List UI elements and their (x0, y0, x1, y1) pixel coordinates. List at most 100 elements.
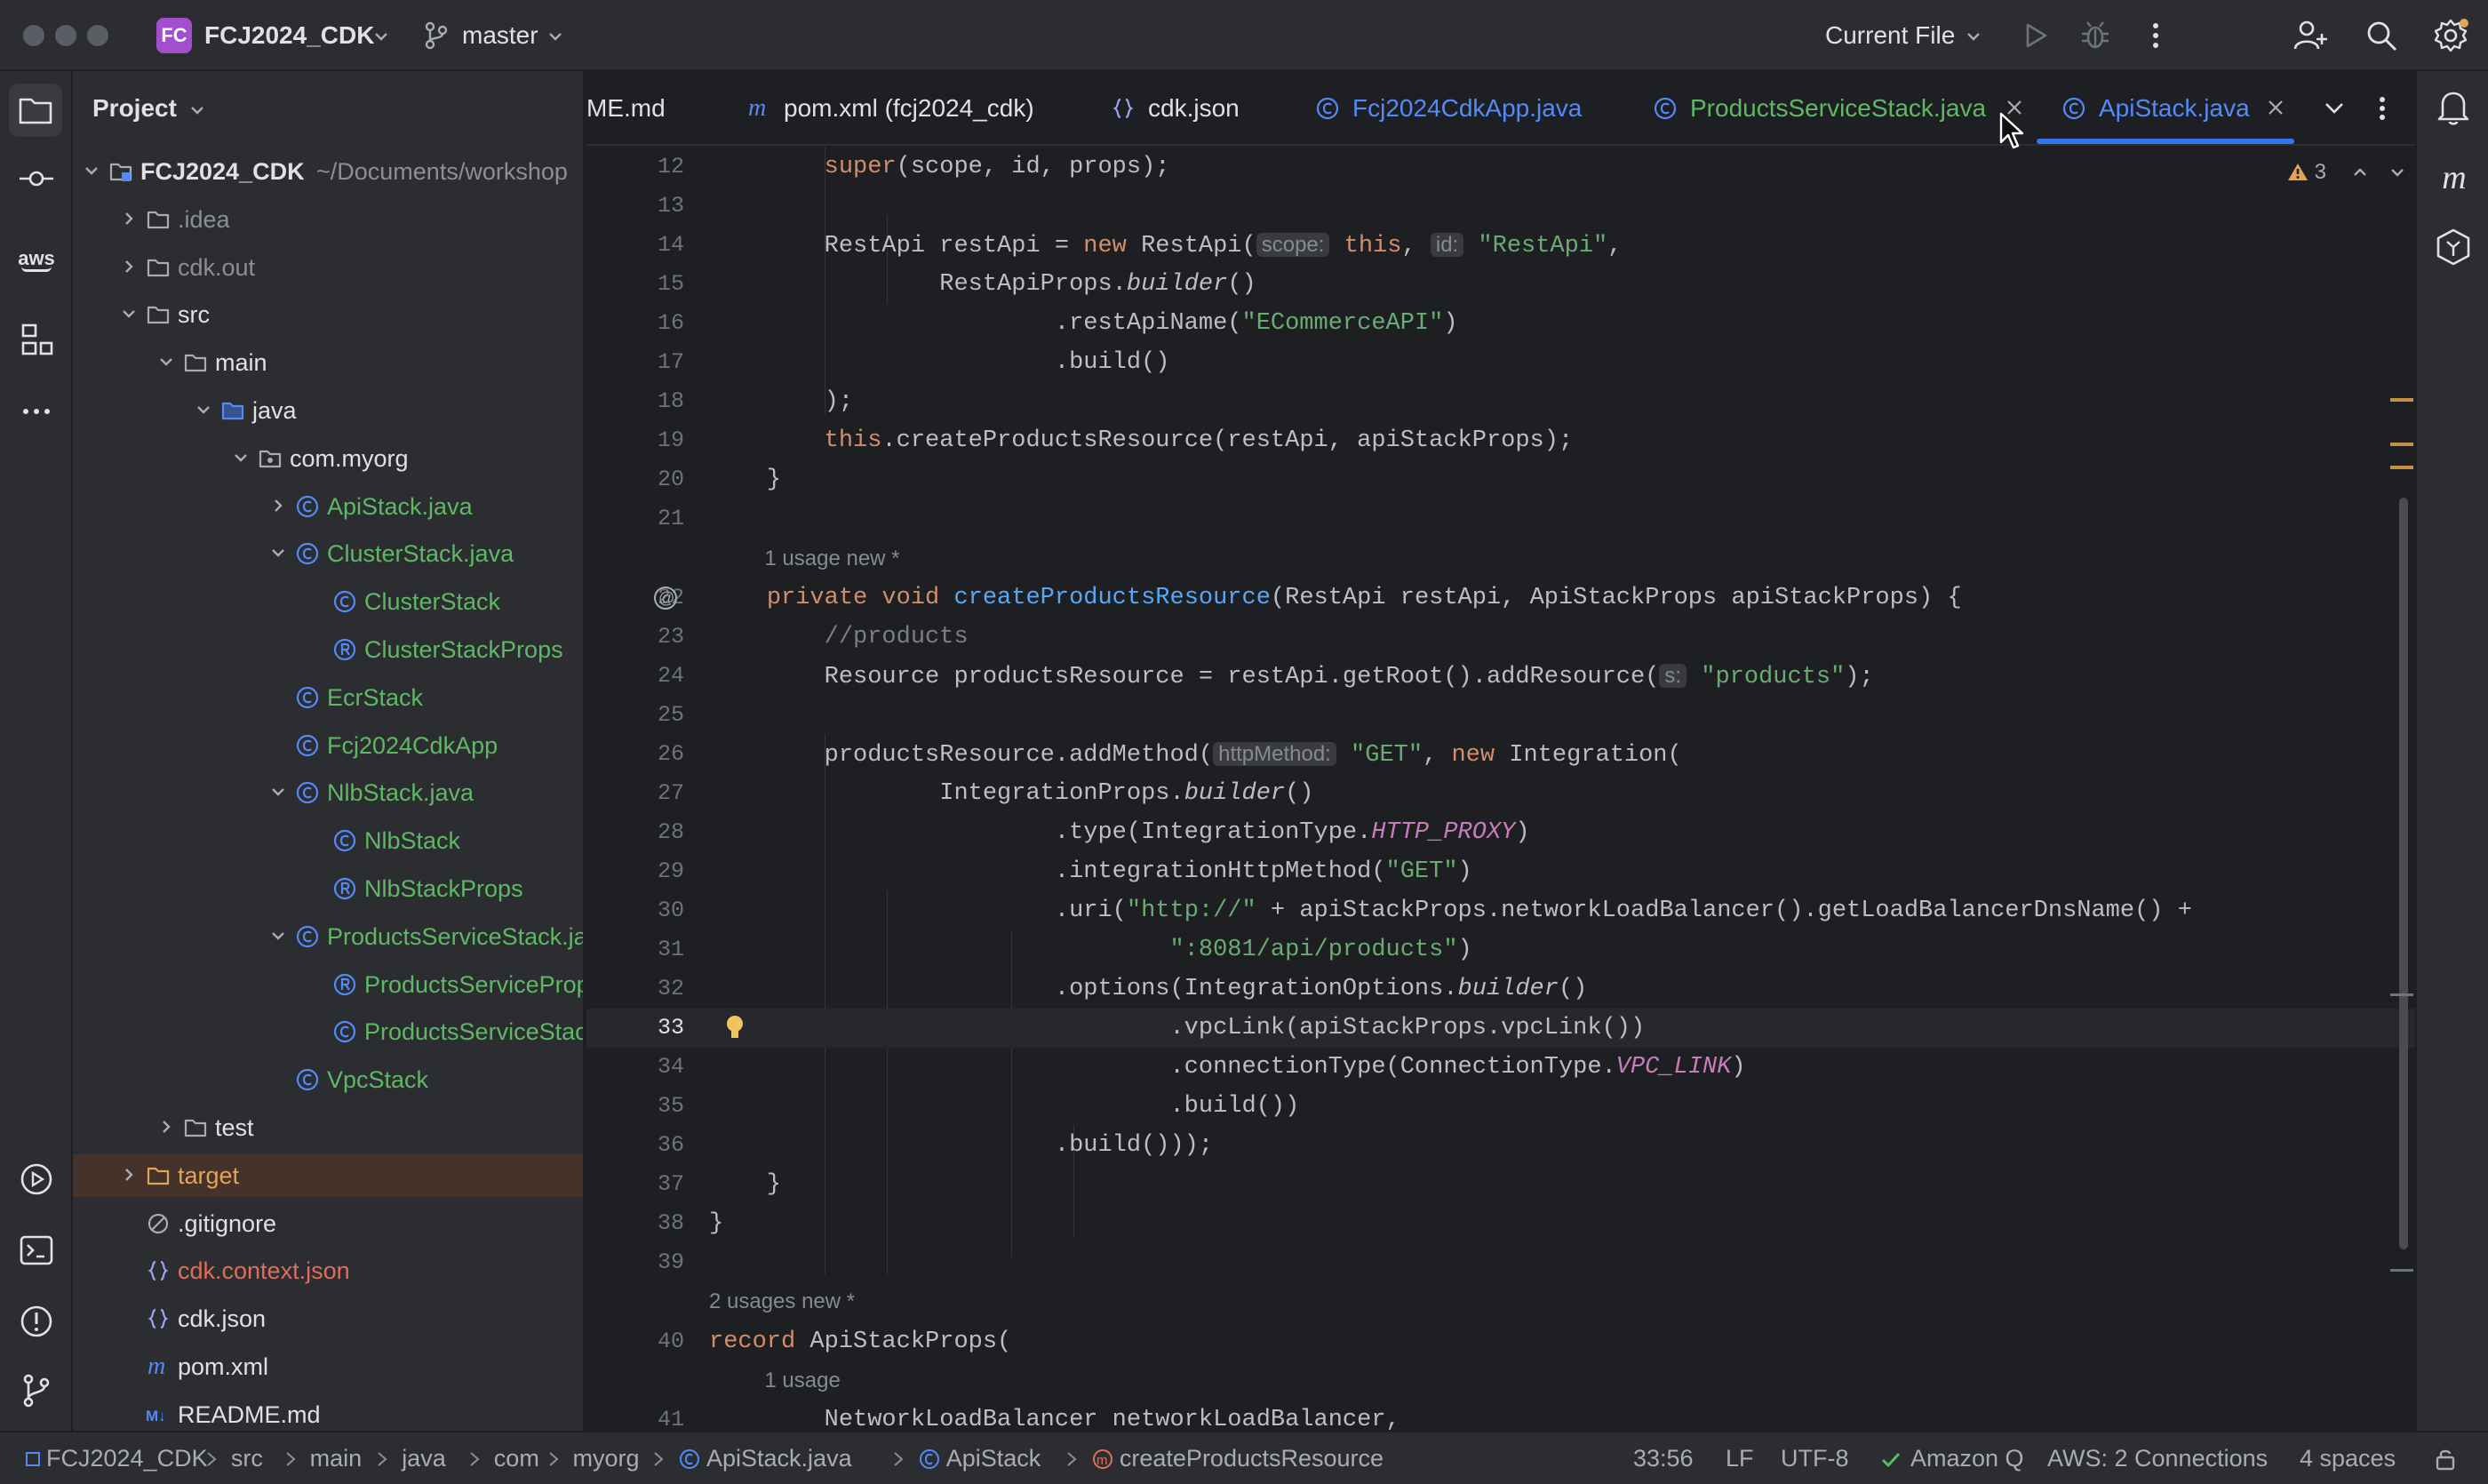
window-minimize-dot[interactable] (55, 25, 76, 46)
add-user-icon[interactable] (2293, 18, 2328, 53)
debug-icon[interactable] (2077, 18, 2113, 53)
chevron-right-icon[interactable] (267, 485, 290, 528)
tree-item[interactable]: Fcj2024CdkApp (73, 724, 583, 767)
breadcrumb-item[interactable]: createProductsResource (1120, 1432, 1384, 1484)
breadcrumb-item[interactable]: java (402, 1432, 446, 1484)
chevron-down-icon[interactable] (267, 532, 290, 575)
tree-item[interactable]: .idea (73, 198, 583, 241)
close-icon[interactable] (2266, 98, 2285, 117)
chevron-down-icon[interactable] (229, 437, 252, 480)
file-encoding[interactable]: UTF-8 (1781, 1432, 1849, 1484)
inspection-widget[interactable]: 3 (2287, 155, 2405, 190)
problems-icon[interactable] (18, 1303, 55, 1340)
gitignore-icon (148, 1213, 169, 1233)
tree-item[interactable]: ClusterStack.java (73, 532, 583, 575)
chevron-right-icon[interactable] (117, 198, 140, 241)
git-icon[interactable] (18, 1372, 55, 1409)
indent-setting[interactable]: 4 spaces (2300, 1432, 2396, 1484)
code-line: } (709, 460, 781, 499)
chevron-down-icon[interactable] (2389, 164, 2405, 180)
error-stripe-marker[interactable] (2390, 993, 2413, 996)
code-editor[interactable]: 12 super(scope, id, props); 13 14 RestApi … (586, 146, 2415, 1431)
tree-item[interactable]: ProductsServiceStack (73, 1010, 583, 1053)
aws-toolkit-icon[interactable]: aws (16, 245, 57, 281)
notifications-icon[interactable] (2435, 87, 2472, 126)
tree-item[interactable]: src (73, 293, 583, 336)
tree-item[interactable]: ClusterStackProps (73, 628, 583, 671)
tree-item[interactable]: com.myorg (73, 437, 583, 480)
tree-item[interactable]: cdk.out (73, 246, 583, 289)
usage-hint[interactable]: 2 usages new * (709, 1282, 855, 1321)
tree-item[interactable]: .gitignore (73, 1202, 583, 1245)
chevron-right-icon[interactable] (117, 246, 140, 289)
maven-file-icon: m (148, 1354, 165, 1379)
tree-item[interactable]: test (73, 1106, 583, 1149)
more-horizontal-icon[interactable] (18, 393, 55, 430)
amazon-q-status[interactable]: Amazon Q (1910, 1432, 2024, 1484)
chevron-right-icon[interactable] (117, 1154, 140, 1197)
commit-icon[interactable] (18, 160, 55, 197)
tree-item[interactable]: ProductsServiceStack.java (73, 915, 583, 958)
run-config-selector[interactable]: Current File (1825, 0, 1994, 71)
breadcrumb-item[interactable]: ApiStack.java (706, 1432, 852, 1484)
tree-item[interactable]: EcrStack (73, 676, 583, 719)
chevron-right-icon[interactable] (155, 1106, 178, 1149)
more-vertical-icon[interactable] (2138, 18, 2173, 53)
caret-position[interactable]: 33:56 (1633, 1432, 1694, 1484)
tree-item[interactable]: ApiStack.java (73, 485, 583, 528)
terminal-icon[interactable] (18, 1232, 55, 1269)
breadcrumb-item[interactable]: myorg (573, 1432, 640, 1484)
tab-list-chevron-icon[interactable] (2321, 95, 2348, 122)
tree-item[interactable]: target (73, 1153, 583, 1197)
tree-item[interactable]: ClusterStack (73, 580, 583, 623)
window-close-dot[interactable] (23, 25, 44, 46)
error-stripe-marker[interactable] (2390, 443, 2413, 446)
editor-scrollbar[interactable] (2399, 498, 2408, 1249)
chevron-down-icon[interactable] (267, 915, 290, 958)
chevron-down-icon[interactable] (267, 771, 290, 814)
settings-icon[interactable] (2433, 18, 2468, 53)
chevron-up-icon[interactable] (2352, 164, 2368, 180)
error-stripe-marker[interactable] (2390, 466, 2413, 469)
override-marker-icon[interactable]: @ (652, 585, 679, 611)
aws-connections[interactable]: AWS: 2 Connections (2047, 1432, 2268, 1484)
tree-item[interactable]: ProductsServiceProps (73, 963, 583, 1006)
structure-icon[interactable] (18, 322, 55, 359)
tree-item[interactable]: NlbStack (73, 819, 583, 862)
tree-item[interactable]: cdk.json (73, 1297, 583, 1340)
error-stripe-marker[interactable] (2390, 398, 2413, 402)
tree-item[interactable]: NlbStackProps (73, 867, 583, 910)
chevron-down-icon[interactable] (192, 389, 215, 432)
breadcrumb-item[interactable]: com (494, 1432, 539, 1484)
tree-item[interactable]: M↓ README.md (73, 1393, 583, 1431)
run-icon[interactable] (2017, 18, 2053, 53)
tree-item[interactable]: NlbStack.java (73, 771, 583, 814)
chevron-down-icon[interactable] (155, 341, 178, 384)
breadcrumb-item[interactable]: ApiStack (946, 1432, 1041, 1484)
tree-item[interactable]: FCJ2024_CDK ~/Documents/workshop (73, 150, 583, 193)
aws-q-icon[interactable] (2435, 227, 2472, 267)
chevron-down-icon[interactable] (117, 293, 140, 336)
search-icon[interactable] (2364, 18, 2399, 53)
window-zoom-dot[interactable] (87, 25, 108, 46)
tree-item[interactable]: java (73, 389, 583, 432)
project-panel-header[interactable]: Project (92, 71, 203, 146)
breadcrumb-item[interactable]: FCJ2024_CDK (46, 1432, 208, 1484)
breadcrumb-item[interactable]: main (310, 1432, 363, 1484)
tree-item[interactable]: cdk.context.json (73, 1249, 583, 1292)
maven-tool-icon[interactable]: m (2436, 158, 2472, 197)
tree-item[interactable]: main (73, 341, 583, 384)
services-icon[interactable] (18, 1161, 55, 1198)
tree-item[interactable]: m pom.xml (73, 1345, 583, 1388)
usage-hint[interactable]: 1 usage (764, 1361, 840, 1400)
chevron-down-icon[interactable] (80, 150, 103, 193)
read-only-toggle-icon[interactable] (2433, 1447, 2458, 1472)
tree-item[interactable]: VpcStack (73, 1058, 583, 1101)
breadcrumb-item[interactable]: src (231, 1432, 263, 1484)
line-separator[interactable]: LF (1726, 1432, 1754, 1484)
usage-hint[interactable]: 1 usage new * (764, 539, 899, 578)
error-stripe-marker[interactable] (2390, 1269, 2413, 1272)
project-tool-button[interactable] (9, 84, 62, 137)
tab-actions-icon[interactable] (2369, 95, 2396, 122)
